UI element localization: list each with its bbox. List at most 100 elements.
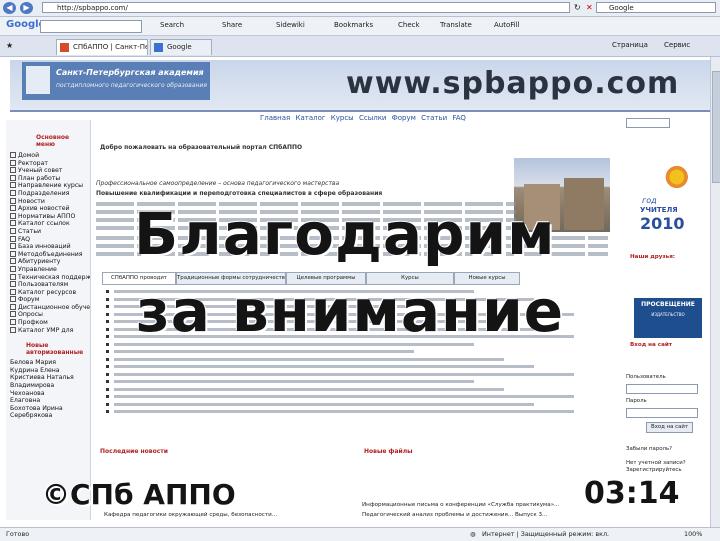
toolbar-sidewiki-button[interactable]: Sidewiki <box>276 21 305 29</box>
author-item[interactable]: Елаговна <box>10 397 90 405</box>
forgot-password-link[interactable]: Забыли пароль? <box>626 446 672 452</box>
menu-item[interactable]: Ученый совет <box>10 167 90 175</box>
menu-item[interactable]: Статьи <box>10 228 90 236</box>
menu-item[interactable]: Каталог ссылок <box>10 220 90 228</box>
author-item[interactable]: Белова Мария <box>10 359 90 367</box>
tab-label: СПбАППО | Санкт-Пе... <box>73 43 148 51</box>
menu-item[interactable]: План работы <box>10 175 90 183</box>
nav-faq[interactable]: FAQ <box>452 114 466 122</box>
stop-icon[interactable]: ✕ <box>586 3 593 12</box>
academy-emblem-icon <box>26 66 50 94</box>
nav-home[interactable]: Главная <box>260 114 290 122</box>
zoom-level[interactable]: 100% <box>684 530 702 538</box>
menu-item[interactable]: Подразделения <box>10 190 90 198</box>
right-sidebar: год УЧИТЕЛЯ 2010 Наши друзья: ПРОСВЕЩЕНИ… <box>624 114 710 524</box>
menu-item[interactable]: Управление <box>10 266 90 274</box>
file-item[interactable]: Педагогический анализ проблемы и достиже… <box>362 512 547 518</box>
files-heading: Новые файлы <box>364 448 413 455</box>
prosveshchenie-banner[interactable]: ПРОСВЕЩЕНИЕ ИЗДАТЕЛЬСТВО <box>634 298 702 338</box>
nav-links[interactable]: Ссылки <box>359 114 387 122</box>
toolbar-translate-button[interactable]: Translate <box>440 21 472 29</box>
main-menu-title: Основное меню <box>36 134 70 148</box>
nav-articles[interactable]: Статьи <box>421 114 447 122</box>
year-line1: год <box>642 196 657 205</box>
author-item[interactable]: Чехоанова <box>10 390 90 398</box>
menu-item[interactable]: Методобъединения <box>10 251 90 259</box>
author-item[interactable]: Кудрина Елена <box>10 367 90 375</box>
thanks-line1: Благодарим <box>134 200 556 268</box>
menu-item[interactable]: Пользователям <box>10 281 90 289</box>
site-logo[interactable]: Санкт-Петербургская академия постдипломн… <box>22 62 210 100</box>
welcome-heading: Добро пожаловать на образовательный порт… <box>100 144 303 151</box>
menu-item[interactable]: Архив новостей <box>10 205 90 213</box>
menu-item[interactable]: База инноваций <box>10 243 90 251</box>
favorites-star-icon[interactable]: ★ <box>6 41 13 50</box>
tab-spbappo[interactable]: СПбАППО | Санкт-Пе... <box>56 39 148 55</box>
username-input[interactable] <box>626 384 698 394</box>
login-title: Вход на сайт <box>630 342 673 348</box>
menu-item[interactable]: Абитуриенту <box>10 258 90 266</box>
toolbar-autofill-button[interactable]: AutoFill <box>494 21 520 29</box>
password-label: Пароль <box>626 398 647 404</box>
copyright-label: ©СПб АППО <box>42 478 236 511</box>
status-bar: Готово ◍ Интернет | Защищенный режим: вк… <box>0 527 720 541</box>
menu-item[interactable]: Техническая поддержка <box>10 274 90 282</box>
menu-item[interactable]: Ректорат <box>10 160 90 168</box>
menu-item[interactable]: Направление курсы <box>10 182 90 190</box>
author-item[interactable]: Бохотова Ирина <box>10 405 90 413</box>
nav-forum[interactable]: Форум <box>392 114 416 122</box>
year-number: 2010 <box>640 214 685 233</box>
menu-item[interactable]: Домой <box>10 152 90 160</box>
menu-item[interactable]: Каталог ресурсов <box>10 289 90 297</box>
file-item[interactable]: Информационные письма о конференции «Слу… <box>362 502 559 508</box>
browser-search-input[interactable]: Google <box>596 2 716 13</box>
toolbar-check-button[interactable]: Check <box>398 21 420 29</box>
back-icon[interactable]: ◀ <box>3 2 16 14</box>
menu-item[interactable]: FAQ <box>10 236 90 244</box>
tab-strip: ★ СПбАППО | Санкт-Пе... Google Страница … <box>0 36 720 57</box>
menu-item[interactable]: Профком <box>10 319 90 327</box>
menu-item[interactable]: Новости <box>10 198 90 206</box>
list-item <box>106 356 606 364</box>
password-input[interactable] <box>626 408 698 418</box>
author-item[interactable]: Серебрякова <box>10 412 90 420</box>
tab-label: Google <box>167 43 192 51</box>
news-heading: Последние новости <box>100 448 168 455</box>
page-menu[interactable]: Страница <box>612 41 648 49</box>
menu-item[interactable]: Дистанционное обучение <box>10 304 90 312</box>
news-item[interactable]: Кафедра педагогики окружающей среды, без… <box>104 512 277 518</box>
partner-name: ПРОСВЕЩЕНИЕ <box>641 301 695 308</box>
year-of-teacher-logo[interactable]: год УЧИТЕЛЯ 2010 <box>634 158 704 234</box>
google-toolbar-search[interactable] <box>40 20 142 33</box>
menu-item[interactable]: Опросы <box>10 311 90 319</box>
main-menu: Домой Ректорат Ученый совет План работы … <box>6 152 90 334</box>
status-done: Готово <box>6 530 30 538</box>
site-search-input[interactable] <box>626 118 670 128</box>
building-shape <box>564 178 604 230</box>
toolbar-bookmarks-button[interactable]: Bookmarks <box>334 21 373 29</box>
status-zone: Интернет | Защищенный режим: вкл. <box>482 530 610 538</box>
menu-item[interactable]: Каталог УМР для <box>10 327 90 335</box>
list-item <box>106 393 606 401</box>
subtitle-text: Повышение квалификации и переподготовка … <box>96 190 383 197</box>
author-item[interactable]: Кристиева Наталья <box>10 374 90 382</box>
toolbar-share-button[interactable]: Share <box>222 21 242 29</box>
slogan-text: Профессиональное самоопределение – основ… <box>96 180 340 187</box>
menu-item[interactable]: Форум <box>10 296 90 304</box>
refresh-icon[interactable]: ↻ <box>574 3 581 12</box>
page-scrollbar[interactable] <box>710 57 720 527</box>
author-item[interactable]: Владимирова <box>10 382 90 390</box>
list-item <box>106 363 606 371</box>
scrollbar-thumb[interactable] <box>712 71 720 183</box>
tools-menu[interactable]: Сервис <box>664 41 690 49</box>
forward-icon[interactable]: ▶ <box>20 2 33 14</box>
login-button[interactable]: Вход на сайт <box>646 422 694 433</box>
nav-catalog[interactable]: Каталог <box>295 114 325 122</box>
register-link[interactable]: Нет учетной записи? Зарегистрируйтесь <box>626 460 706 474</box>
url-input[interactable]: http://spbappo.com/ <box>42 2 570 13</box>
nav-courses[interactable]: Курсы <box>331 114 354 122</box>
toolbar-search-button[interactable]: Search <box>160 21 184 29</box>
tab-google[interactable]: Google <box>150 39 212 55</box>
list-item <box>106 348 606 356</box>
menu-item[interactable]: Нормативы АППО <box>10 213 90 221</box>
